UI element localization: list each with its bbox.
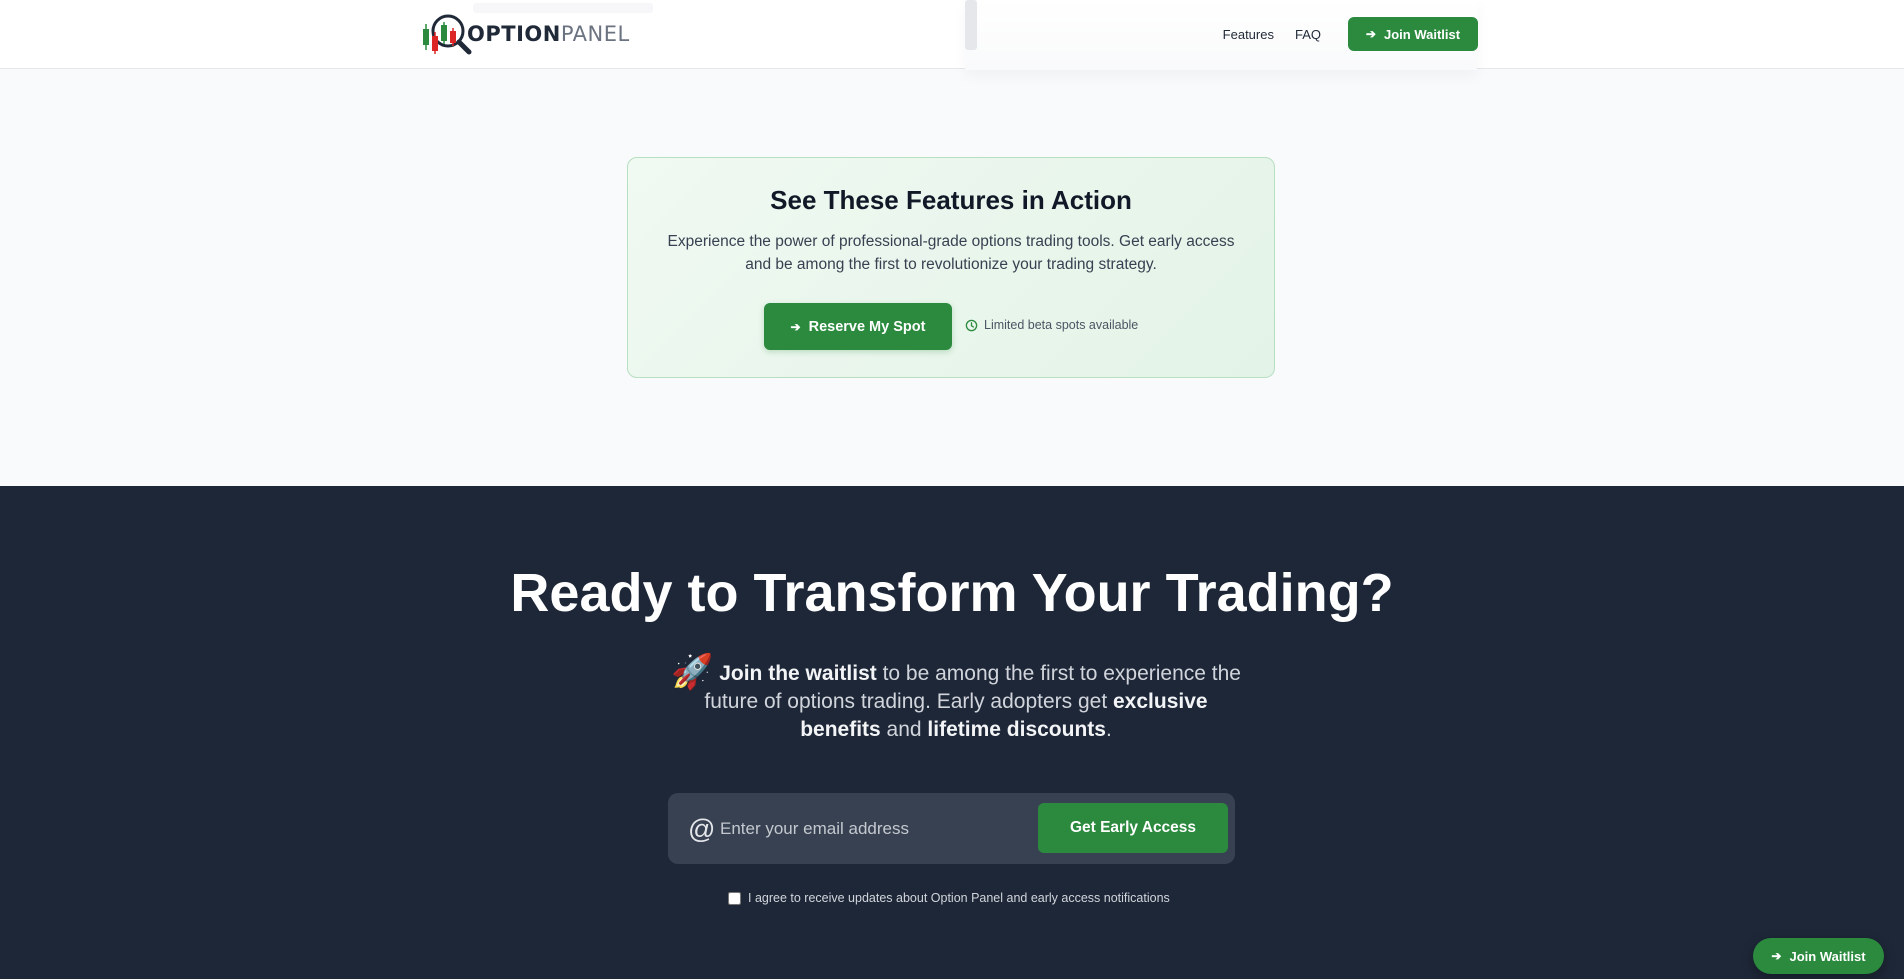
desc-text-2: and — [880, 718, 928, 741]
join-waitlist-label: Join Waitlist — [1383, 26, 1461, 42]
features-cta-title: See These Features in Action — [770, 185, 1132, 215]
nav-faq-link[interactable]: FAQ — [1295, 27, 1321, 42]
desc-bold-discounts: lifetime discounts — [927, 718, 1106, 741]
clock-icon — [965, 319, 978, 331]
floating-join-label: Join Waitlist — [1789, 948, 1866, 964]
arrow-right-icon: ➔ — [1365, 27, 1376, 41]
main-nav: Features FAQ ➔ Join Waitlist — [1223, 17, 1478, 51]
email-signup-form: @ Get Early Access — [668, 793, 1235, 864]
features-cta-card: See These Features in Action Experience … — [627, 157, 1275, 378]
site-header: OPTIONPANEL Features FAQ ➔ Join Waitlist — [0, 0, 1904, 70]
arrow-right-icon: ➔ — [790, 319, 801, 334]
logo-text-light: PANEL — [560, 22, 630, 46]
nav-features-link[interactable]: Features — [1223, 27, 1274, 42]
join-waitlist-button[interactable]: ➔ Join Waitlist — [1348, 17, 1478, 51]
logo-text-strong: OPTION — [467, 22, 561, 46]
get-early-access-button[interactable]: Get Early Access — [1038, 803, 1228, 853]
rocket-icon: 🚀 — [671, 653, 714, 691]
logo[interactable]: OPTIONPANEL — [423, 12, 630, 56]
consent-label: I agree to receive updates about Option … — [748, 891, 1170, 905]
consent-checkbox[interactable] — [728, 891, 741, 905]
at-icon: @ — [688, 814, 716, 844]
desc-text-3: . — [1105, 718, 1112, 741]
features-cta-description: Experience the power of professional-gra… — [667, 233, 1235, 273]
email-input[interactable] — [720, 807, 1020, 850]
arrow-right-icon: ➔ — [1771, 949, 1782, 963]
final-cta-section: Ready to Transform Your Trading? 🚀 Join … — [0, 486, 1904, 979]
reserve-my-spot-button[interactable]: ➔ Reserve My Spot — [764, 303, 952, 350]
beta-note-text: Limited beta spots available — [984, 318, 1139, 332]
reserve-my-spot-label: Reserve My Spot — [808, 318, 926, 335]
final-cta-description: 🚀 Join the waitlist to be among the firs… — [666, 653, 1246, 744]
magnifier-candlestick-logo-icon — [423, 12, 475, 56]
final-cta-title: Ready to Transform Your Trading? — [510, 563, 1394, 623]
logo-text: OPTIONPANEL — [467, 22, 630, 46]
floating-join-waitlist-button[interactable]: ➔ Join Waitlist — [1753, 938, 1884, 974]
beta-availability-note: Limited beta spots available — [965, 318, 1138, 332]
consent-row[interactable]: I agree to receive updates about Option … — [728, 891, 1170, 905]
desc-bold-join: Join the waitlist — [719, 662, 877, 685]
